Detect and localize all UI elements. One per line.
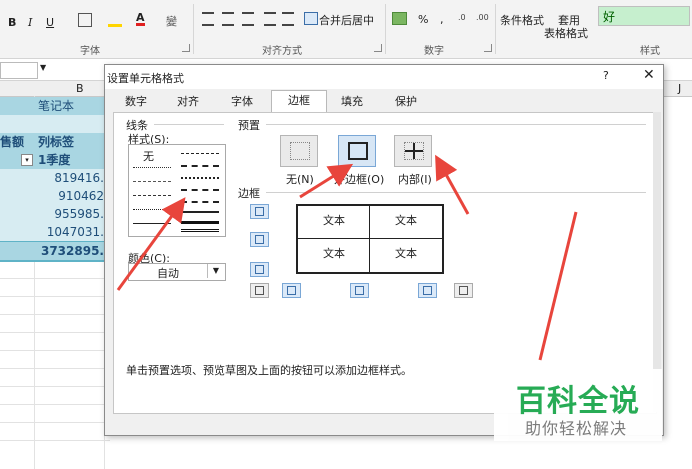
watermark-title: 百科全说 — [516, 384, 640, 419]
arrow-to-inside-preset — [435, 154, 470, 215]
arrow-to-outline-preset — [299, 163, 354, 199]
watermark-subtitle: 助你轻松解决 — [525, 419, 628, 438]
arrow-to-line-style — [116, 197, 186, 291]
watermark: 百科全说 助你轻松解决 — [494, 369, 662, 441]
arrow-decorative — [538, 211, 578, 361]
